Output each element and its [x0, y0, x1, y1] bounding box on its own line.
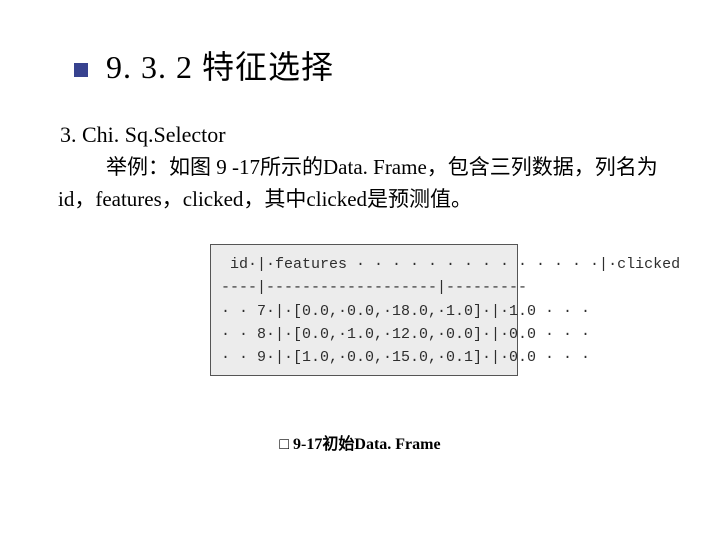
table-header-row: id·|·features · · · · · · · · · · · · · … [221, 253, 507, 276]
subsection-title: 3. Chi. Sq.Selector [60, 122, 226, 148]
figure-caption: □ 9‑17 初始Data. Frame [0, 430, 720, 454]
table-row: · · 7·|·[0.0,·0.0,·18.0,·1.0]·|·1.0 · · … [221, 300, 507, 323]
section-heading-row: 9. 3. 2 特征选择 [74, 42, 334, 88]
heading-bullet-icon [74, 63, 88, 77]
table-row: · · 9·|·[1.0,·0.0,·15.0,·0.1]·|·0.0 · · … [221, 346, 507, 369]
body-paragraph: 举例：如图 9 -17所示的Data. Frame，包含三列数据，列名为id，f… [58, 152, 690, 215]
table-divider-row: ----|-------------------|--------- [221, 276, 507, 299]
table-row: · · 8·|·[0.0,·1.0,·12.0,·0.0]·|·0.0 · · … [221, 323, 507, 346]
section-heading: 9. 3. 2 特征选择 [106, 42, 334, 88]
caption-text: 初始Data. Frame [322, 436, 440, 453]
caption-prefix: □ 9‑17 [279, 436, 322, 454]
body-text-content: 举例：如图 9 -17所示的Data. Frame，包含三列数据，列名为id，f… [58, 155, 658, 211]
dataframe-table-figure: id·|·features · · · · · · · · · · · · · … [210, 244, 518, 376]
